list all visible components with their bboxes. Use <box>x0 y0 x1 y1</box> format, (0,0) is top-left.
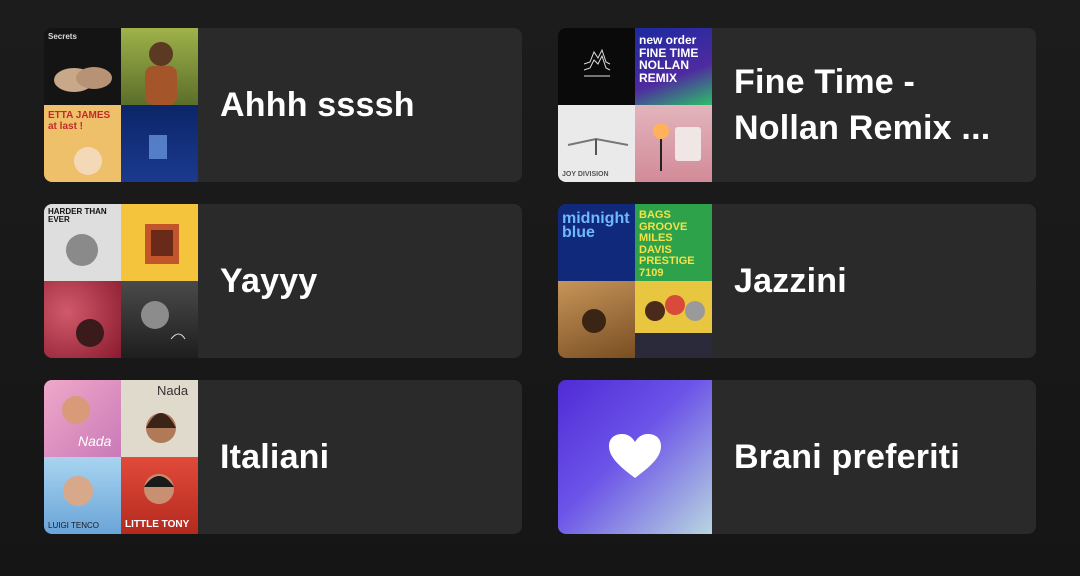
new-order-cover: new order FINE TIME NOLLAN REMIX <box>635 28 712 105</box>
playlist-title: Ahhh ssssh <box>220 86 415 124</box>
etta-james-cover: ETTA JAMES at last ! <box>44 105 121 182</box>
playlist-title: Brani preferiti <box>734 438 960 476</box>
playlist-card-yayyy[interactable]: HARDER THAN EVER Yayyy <box>44 204 522 358</box>
closer-cover: JOY DIVISION <box>558 105 635 182</box>
cover-caption: LITTLE TONY <box>125 518 190 530</box>
cover-caption: midnight blue <box>562 210 630 242</box>
jazz-trio-cover <box>635 281 712 358</box>
jazz-sepia-cover <box>558 281 635 358</box>
cover-caption: Secrets <box>48 32 77 41</box>
bags-groove-cover: BAGS GROOVE MILES DAVIS PRESTIGE 7109 <box>635 204 712 281</box>
playlist-title: Italiani <box>220 438 330 476</box>
playlist-title: Jazzini <box>734 262 847 300</box>
cover-caption: new order FINE TIME NOLLAN REMIX <box>639 33 699 85</box>
playlist-card-italiani[interactable]: Nada Nada LUIGI TENCO LITTLE TONY Italia… <box>44 380 522 534</box>
playlist-cover-collage: Nada Nada LUIGI TENCO LITTLE TONY <box>44 380 198 534</box>
little-tony-cover: LITTLE TONY <box>121 457 198 534</box>
playlist-title: Fine Time - Nollan Remix ... <box>734 63 991 147</box>
yellow-room-cover <box>121 204 198 281</box>
hands-cover: Secrets <box>44 28 121 105</box>
unknown-pleasures-cover <box>558 28 635 105</box>
playlist-grid: Secrets ETTA JAMES at last ! Ahhh ssssh … <box>44 28 1036 534</box>
playlist-cover-collage: midnight blue BAGS GROOVE MILES DAVIS PR… <box>558 204 712 358</box>
pink-lamp-cover <box>635 105 712 182</box>
playlist-title: Yayyy <box>220 262 318 300</box>
cover-caption: LUIGI TENCO <box>48 520 99 530</box>
cover-caption: JOY DIVISION <box>562 170 609 178</box>
playlist-cover-collage: new order FINE TIME NOLLAN REMIX JOY DIV… <box>558 28 712 182</box>
cover-caption: Nada <box>78 433 112 450</box>
playlist-cover-collage: HARDER THAN EVER <box>44 204 198 358</box>
playlist-cover-collage: Secrets ETTA JAMES at last ! <box>44 28 198 182</box>
cover-caption: BAGS GROOVE MILES DAVIS PRESTIGE 7109 <box>639 209 695 279</box>
playlist-card-jazzini[interactable]: midnight blue BAGS GROOVE MILES DAVIS PR… <box>558 204 1036 358</box>
heart-icon <box>609 434 661 478</box>
playlist-card-liked-songs[interactable]: Brani preferiti <box>558 380 1036 534</box>
playlist-card-ahhh-ssssh[interactable]: Secrets ETTA JAMES at last ! Ahhh ssssh <box>44 28 522 182</box>
bw-portrait-cover <box>121 281 198 358</box>
nada-pink-cover: Nada <box>44 380 121 457</box>
portrait-green-cover <box>121 28 198 105</box>
blue-night-cover <box>121 105 198 182</box>
harder-than-ever-cover: HARDER THAN EVER <box>44 204 121 281</box>
liked-songs-cover <box>558 380 712 534</box>
playlist-card-fine-time[interactable]: new order FINE TIME NOLLAN REMIX JOY DIV… <box>558 28 1036 182</box>
midnight-blue-cover: midnight blue <box>558 204 635 281</box>
luigi-tenco-cover: LUIGI TENCO <box>44 457 121 534</box>
red-marble-cover <box>44 281 121 358</box>
nada-portrait-cover: Nada <box>121 380 198 457</box>
